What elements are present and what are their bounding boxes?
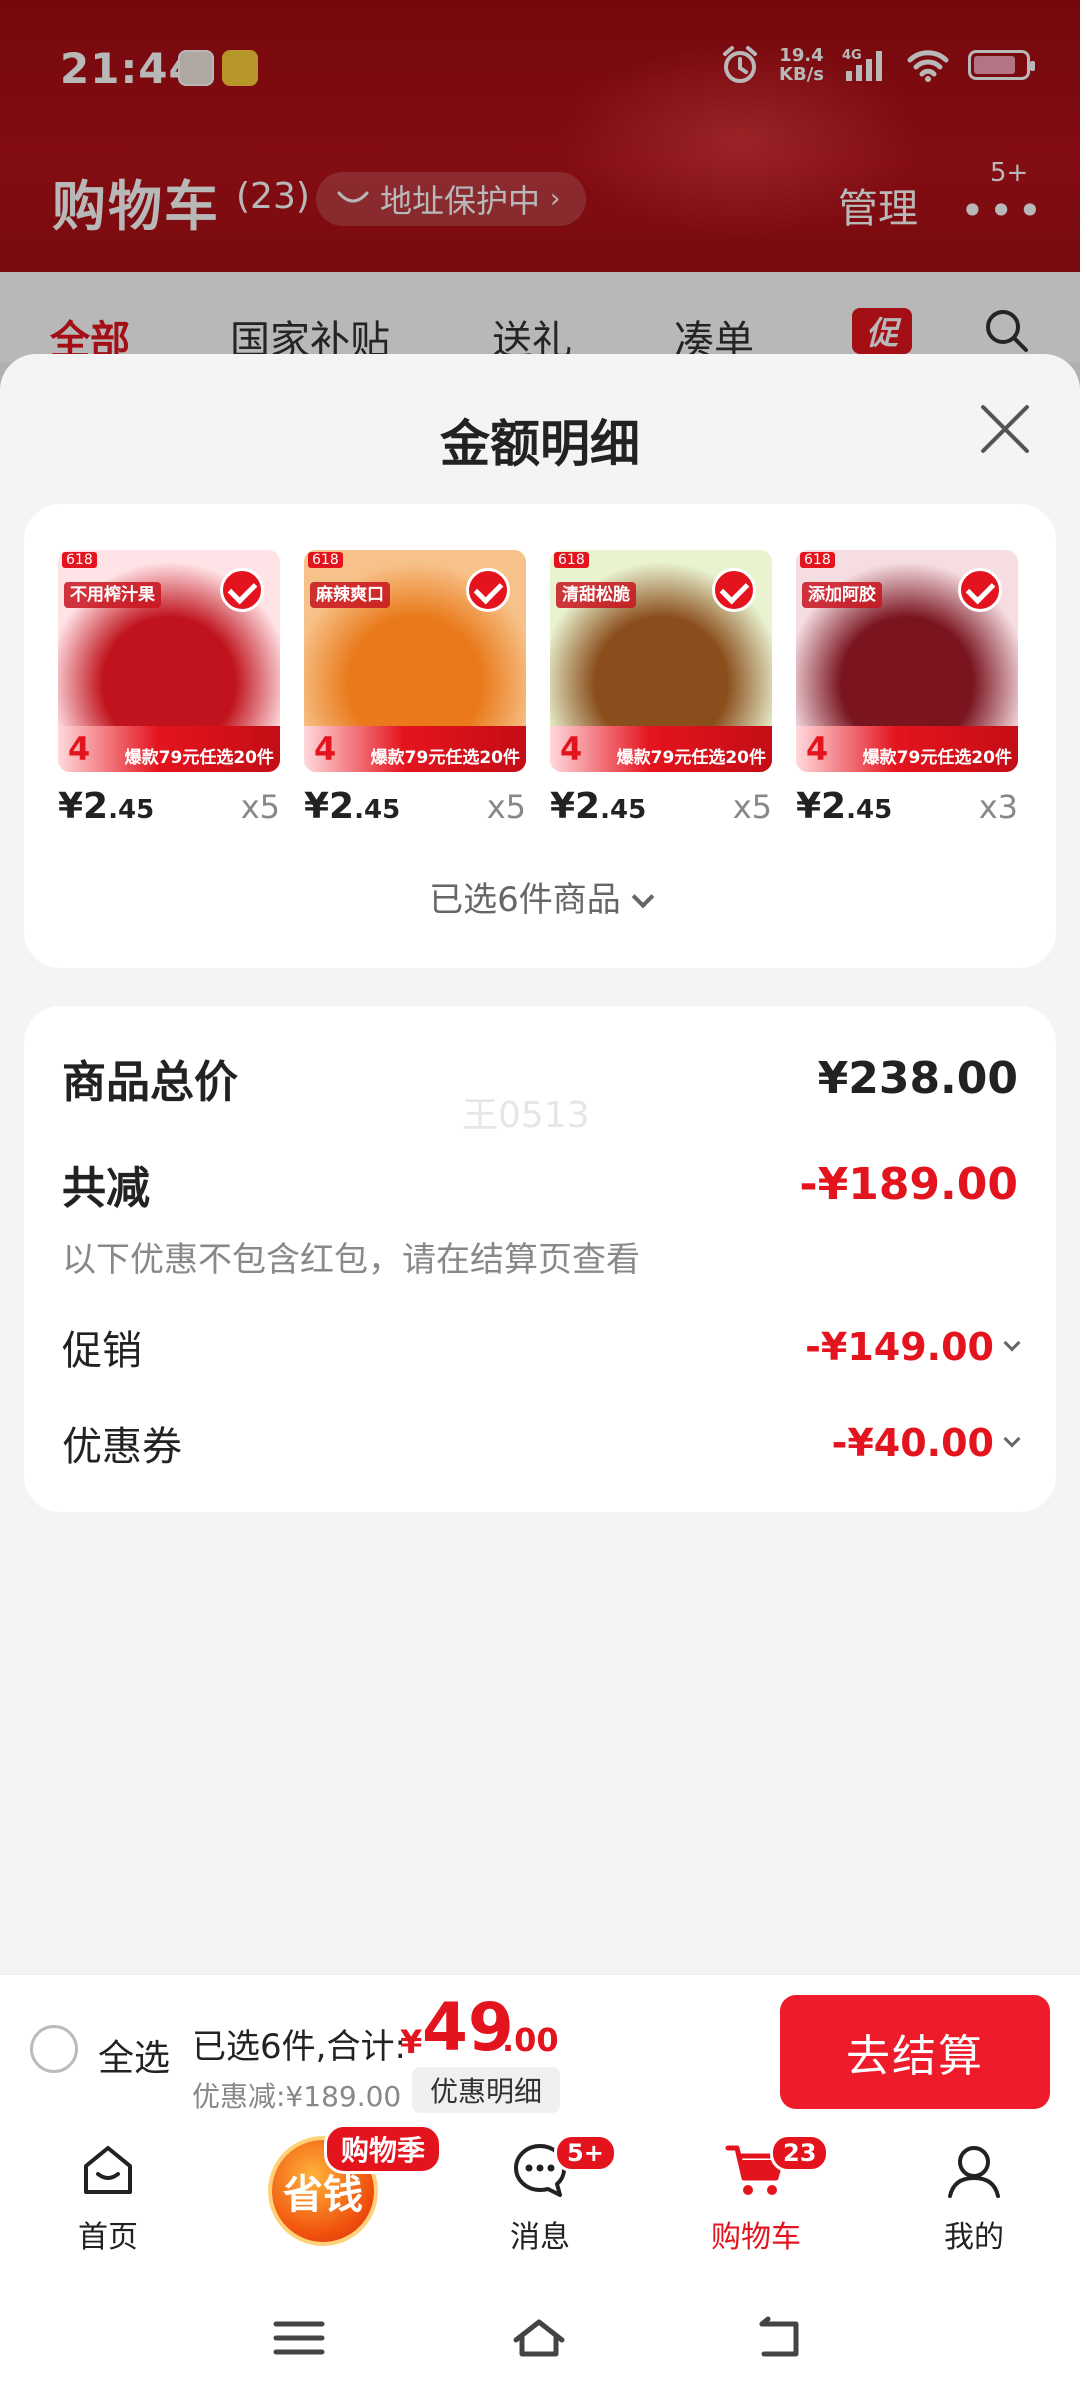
bottom-nav: 首页 省钱 购物季 5+ 消息 23 购物车 我的: [0, 2124, 1080, 2274]
selected-items-toggle[interactable]: 已选6件商品: [24, 872, 1056, 921]
product-thumbnail[interactable]: 618 不用榨汁果 4 爆款79元任选20件: [58, 550, 280, 772]
nav-mine[interactable]: 我的: [904, 2138, 1044, 2256]
total-price-label: 商品总价: [62, 1057, 238, 1108]
total-currency: ¥: [400, 2023, 423, 2061]
discount-amount: 优惠减:¥189.00: [192, 2080, 402, 2113]
menu-icon[interactable]: [272, 2316, 326, 2360]
total-price-value: ¥238.00: [817, 1052, 1018, 1104]
selected-products-card: 618 不用榨汁果 4 爆款79元任选20件 ¥2.45 x5 618 麻辣爽口…: [24, 504, 1056, 968]
promo-strip: 4 爆款79元任选20件: [304, 726, 526, 772]
promotion-label: 促销: [62, 1328, 142, 1374]
nav-home[interactable]: 首页: [38, 2138, 178, 2256]
messages-badge: 5+: [554, 2134, 617, 2172]
system-nav-bar: [0, 2274, 1080, 2400]
product-thumbnail[interactable]: 618 添加阿胶 4 爆款79元任选20件: [796, 550, 1018, 772]
price-summary-card: 王0513 商品总价 ¥238.00 共减 -¥189.00 以下优惠不包含红包…: [24, 1006, 1056, 1512]
checked-icon[interactable]: [958, 568, 1002, 612]
reduce-value: -¥189.00: [799, 1158, 1018, 1210]
checkout-button[interactable]: 去结算: [780, 1995, 1050, 2109]
product-price: ¥2.45: [550, 786, 647, 827]
promo-strip: 4 爆款79元任选20件: [58, 726, 280, 772]
product-price: ¥2.45: [304, 786, 401, 827]
sheet-title: 金额明细: [440, 415, 640, 473]
back-icon[interactable]: [752, 2316, 806, 2360]
shopping-season-badge: 购物季: [324, 2124, 443, 2174]
product-item[interactable]: 618 麻辣爽口 4 爆款79元任选20件 ¥2.45 x5: [304, 550, 526, 827]
overlay-dim[interactable]: [0, 0, 1080, 400]
home-icon: [84, 2146, 132, 2194]
coupon-row[interactable]: 优惠券 -¥40.00: [62, 1414, 1021, 1472]
coupon-value: -¥40.00: [831, 1421, 994, 1465]
selected-count: 已选6件,合计:: [192, 2027, 406, 2067]
reduce-label: 共减: [62, 1163, 150, 1214]
product-quantity: x3: [978, 788, 1018, 826]
product-slogan: 麻辣爽口: [310, 582, 390, 608]
checked-icon[interactable]: [712, 568, 756, 612]
promotion-value: -¥149.00: [805, 1325, 994, 1369]
product-item[interactable]: 618 添加阿胶 4 爆款79元任选20件 ¥2.45 x3: [796, 550, 1018, 827]
discount-detail-button[interactable]: 优惠明细: [412, 2067, 561, 2113]
product-thumbnail[interactable]: 618 麻辣爽口 4 爆款79元任选20件: [304, 550, 526, 772]
promotion-row[interactable]: 促销 -¥149.00: [62, 1318, 1021, 1376]
coupon-label: 优惠券: [62, 1424, 182, 1470]
product-quantity: x5: [486, 788, 526, 826]
checked-icon[interactable]: [220, 568, 264, 612]
total-price-row: 商品总价 ¥238.00: [62, 1046, 1018, 1110]
product-item[interactable]: 618 清甜松脆 4 爆款79元任选20件 ¥2.45 x5: [550, 550, 772, 827]
cart-page: 21:44 19.4 KB/s 4G 购物车 (23) 地址保护中 › 管理 5…: [0, 0, 1080, 2400]
product-price: ¥2.45: [58, 786, 155, 827]
product-quantity: x5: [240, 788, 280, 826]
product-slogan: 添加阿胶: [802, 582, 882, 608]
chevron-down-icon: [1003, 1430, 1021, 1448]
sale-618-badge: 618: [554, 552, 589, 568]
cart-badge: 23: [770, 2134, 830, 2172]
reduce-row: 共减 -¥189.00: [62, 1152, 1018, 1216]
nav-cart[interactable]: 23 购物车: [686, 2134, 830, 2256]
product-thumbnail[interactable]: 618 清甜松脆 4 爆款79元任选20件: [550, 550, 772, 772]
chevron-down-icon: [1003, 1334, 1021, 1352]
total-amount: 49: [422, 1989, 514, 2066]
checked-icon[interactable]: [466, 568, 510, 612]
promo-strip: 4 爆款79元任选20件: [550, 726, 772, 772]
home-nav-icon[interactable]: [512, 2316, 566, 2360]
close-icon[interactable]: [976, 400, 1034, 458]
product-slogan: 清甜松脆: [556, 582, 636, 608]
product-item[interactable]: 618 不用榨汁果 4 爆款79元任选20件 ¥2.45 x5: [58, 550, 280, 827]
product-quantity: x5: [732, 788, 772, 826]
product-slogan: 不用榨汁果: [64, 582, 161, 608]
discount-note: 以下优惠不包含红包，请在结算页查看: [62, 1240, 640, 1280]
sale-618-badge: 618: [800, 552, 835, 568]
checkout-bar: 全选 已选6件,合计: ¥ 49 .00 优惠减:¥189.00 优惠明细 去结…: [0, 1974, 1080, 2124]
user-icon: [948, 2146, 1000, 2198]
select-all-label[interactable]: 全选: [98, 2029, 170, 2081]
sale-618-badge: 618: [62, 552, 97, 568]
amount-detail-sheet: 金额明细 618 不用榨汁果 4 爆款79元任选20件 ¥2.45 x5 618…: [0, 354, 1080, 1974]
product-list: 618 不用榨汁果 4 爆款79元任选20件 ¥2.45 x5 618 麻辣爽口…: [58, 550, 1018, 827]
chevron-down-icon: [631, 885, 655, 909]
nav-messages[interactable]: 5+ 消息: [470, 2134, 617, 2256]
sale-618-badge: 618: [308, 552, 343, 568]
product-price: ¥2.45: [796, 786, 893, 827]
total-decimal: .00: [502, 2021, 559, 2059]
select-all-radio[interactable]: [30, 2025, 78, 2073]
promo-strip: 4 爆款79元任选20件: [796, 726, 1018, 772]
